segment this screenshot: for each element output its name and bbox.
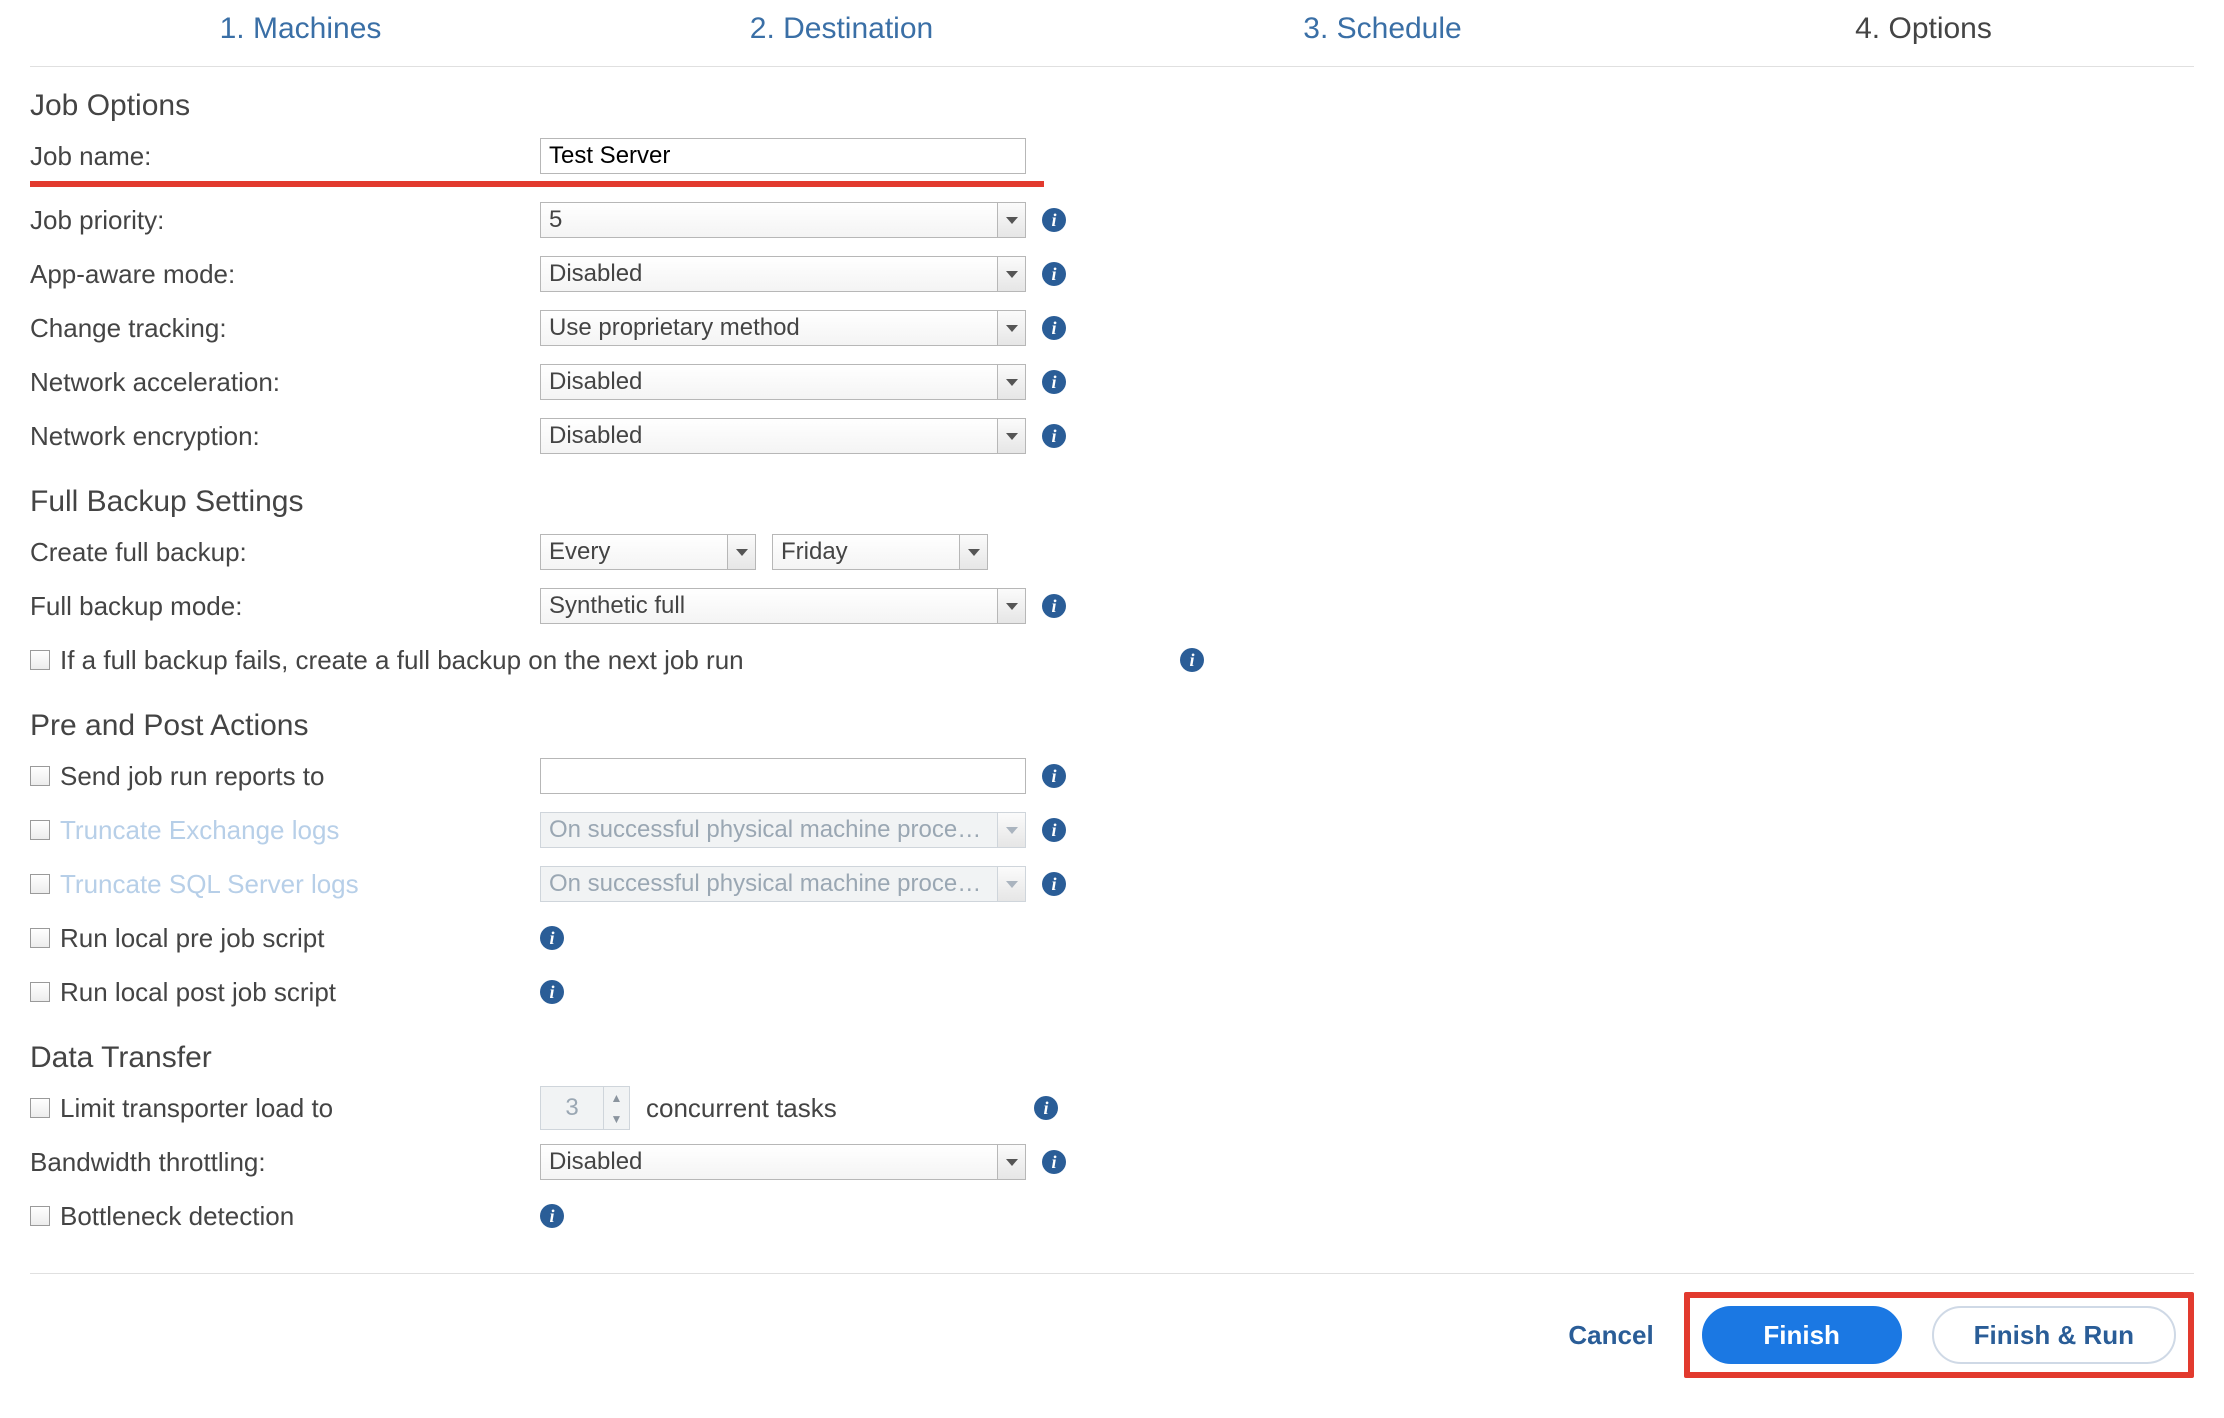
info-icon[interactable]: i bbox=[1042, 818, 1066, 842]
tab-machines[interactable]: 1. Machines bbox=[30, 12, 571, 46]
footer: Cancel Finish Finish & Run bbox=[30, 1292, 2194, 1378]
tab-destination[interactable]: 2. Destination bbox=[571, 12, 1112, 46]
label-pre-script: Run local pre job script bbox=[60, 923, 324, 954]
limit-load-spinner: 3 ▲ ▼ bbox=[540, 1086, 630, 1130]
chevron-down-icon bbox=[997, 311, 1025, 345]
network-encrypt-value: Disabled bbox=[541, 422, 997, 450]
chevron-down-icon bbox=[997, 589, 1025, 623]
chevron-down-icon bbox=[997, 1145, 1025, 1179]
info-icon[interactable]: i bbox=[1034, 1096, 1058, 1120]
bandwidth-select[interactable]: Disabled bbox=[540, 1144, 1026, 1180]
create-full-day-value: Friday bbox=[773, 538, 959, 566]
info-icon[interactable]: i bbox=[1042, 872, 1066, 896]
section-title-data-transfer: Data Transfer bbox=[30, 1041, 2194, 1075]
change-tracking-select[interactable]: Use proprietary method bbox=[540, 310, 1026, 346]
job-name-input[interactable] bbox=[540, 138, 1026, 174]
app-aware-select[interactable]: Disabled bbox=[540, 256, 1026, 292]
trunc-exchange-value: On successful physical machine processin… bbox=[541, 816, 997, 844]
section-title-pre-post: Pre and Post Actions bbox=[30, 709, 2194, 743]
label-create-full: Create full backup: bbox=[30, 537, 540, 568]
info-icon[interactable]: i bbox=[1042, 764, 1066, 788]
network-accel-select[interactable]: Disabled bbox=[540, 364, 1026, 400]
limit-load-suffix: concurrent tasks bbox=[646, 1093, 837, 1124]
info-icon[interactable]: i bbox=[540, 980, 564, 1004]
network-accel-value: Disabled bbox=[541, 368, 997, 396]
footer-separator bbox=[30, 1273, 2194, 1274]
limit-load-checkbox[interactable] bbox=[30, 1098, 50, 1118]
trunc-sql-value: On successful physical machine processin… bbox=[541, 870, 997, 898]
finish-button[interactable]: Finish bbox=[1702, 1306, 1902, 1364]
chevron-down-icon bbox=[997, 203, 1025, 237]
label-trunc-sql: Truncate SQL Server logs bbox=[60, 869, 359, 900]
send-reports-checkbox[interactable] bbox=[30, 766, 50, 786]
chevron-down-icon bbox=[997, 867, 1025, 901]
info-icon[interactable]: i bbox=[1042, 594, 1066, 618]
create-full-day-select[interactable]: Friday bbox=[772, 534, 988, 570]
chevron-down-icon bbox=[997, 365, 1025, 399]
label-bottleneck: Bottleneck detection bbox=[60, 1201, 294, 1232]
trunc-sql-select: On successful physical machine processin… bbox=[540, 866, 1026, 902]
app-aware-value: Disabled bbox=[541, 260, 997, 288]
full-mode-select[interactable]: Synthetic full bbox=[540, 588, 1026, 624]
section-title-full-backup: Full Backup Settings bbox=[30, 485, 2194, 519]
job-priority-value: 5 bbox=[541, 206, 997, 234]
send-reports-input[interactable] bbox=[540, 758, 1026, 794]
cancel-button[interactable]: Cancel bbox=[1568, 1320, 1653, 1351]
info-icon[interactable]: i bbox=[1180, 648, 1204, 672]
trunc-exchange-checkbox bbox=[30, 820, 50, 840]
label-retry-full: If a full backup fails, create a full ba… bbox=[60, 645, 744, 676]
change-tracking-value: Use proprietary method bbox=[541, 314, 997, 342]
label-full-mode: Full backup mode: bbox=[30, 591, 540, 622]
create-full-freq-select[interactable]: Every bbox=[540, 534, 756, 570]
label-job-priority: Job priority: bbox=[30, 205, 540, 236]
chevron-down-icon bbox=[997, 257, 1025, 291]
pre-script-checkbox[interactable] bbox=[30, 928, 50, 948]
chevron-down-icon bbox=[997, 813, 1025, 847]
full-mode-value: Synthetic full bbox=[541, 592, 997, 620]
info-icon[interactable]: i bbox=[540, 926, 564, 950]
label-limit-load: Limit transporter load to bbox=[60, 1093, 333, 1124]
label-send-reports: Send job run reports to bbox=[60, 761, 325, 792]
label-trunc-exchange: Truncate Exchange logs bbox=[60, 815, 339, 846]
info-icon[interactable]: i bbox=[1042, 208, 1066, 232]
bottleneck-checkbox[interactable] bbox=[30, 1206, 50, 1226]
network-encrypt-select[interactable]: Disabled bbox=[540, 418, 1026, 454]
spinner-down-icon: ▼ bbox=[604, 1108, 629, 1129]
tab-schedule[interactable]: 3. Schedule bbox=[1112, 12, 1653, 46]
spinner-up-icon: ▲ bbox=[604, 1087, 629, 1108]
bandwidth-value: Disabled bbox=[541, 1148, 997, 1176]
label-bandwidth: Bandwidth throttling: bbox=[30, 1147, 540, 1178]
label-post-script: Run local post job script bbox=[60, 977, 336, 1008]
highlight-finish-buttons: Finish Finish & Run bbox=[1684, 1292, 2194, 1378]
post-script-checkbox[interactable] bbox=[30, 982, 50, 1002]
trunc-exchange-select: On successful physical machine processin… bbox=[540, 812, 1026, 848]
info-icon[interactable]: i bbox=[540, 1204, 564, 1228]
job-priority-select[interactable]: 5 bbox=[540, 202, 1026, 238]
create-full-freq-value: Every bbox=[541, 538, 727, 566]
section-title-job-options: Job Options bbox=[30, 89, 2194, 123]
tab-options[interactable]: 4. Options bbox=[1653, 12, 2194, 46]
wizard-tabs: 1. Machines 2. Destination 3. Schedule 4… bbox=[30, 0, 2194, 67]
info-icon[interactable]: i bbox=[1042, 316, 1066, 340]
trunc-sql-checkbox bbox=[30, 874, 50, 894]
limit-load-value: 3 bbox=[541, 1087, 603, 1129]
retry-full-checkbox[interactable] bbox=[30, 650, 50, 670]
finish-run-button[interactable]: Finish & Run bbox=[1932, 1306, 2176, 1364]
label-app-aware: App-aware mode: bbox=[30, 259, 540, 290]
chevron-down-icon bbox=[727, 535, 755, 569]
chevron-down-icon bbox=[997, 419, 1025, 453]
label-change-tracking: Change tracking: bbox=[30, 313, 540, 344]
info-icon[interactable]: i bbox=[1042, 424, 1066, 448]
label-network-accel: Network acceleration: bbox=[30, 367, 540, 398]
chevron-down-icon bbox=[959, 535, 987, 569]
info-icon[interactable]: i bbox=[1042, 1150, 1066, 1174]
info-icon[interactable]: i bbox=[1042, 262, 1066, 286]
label-network-encrypt: Network encryption: bbox=[30, 421, 540, 452]
label-job-name: Job name: bbox=[30, 141, 540, 172]
info-icon[interactable]: i bbox=[1042, 370, 1066, 394]
